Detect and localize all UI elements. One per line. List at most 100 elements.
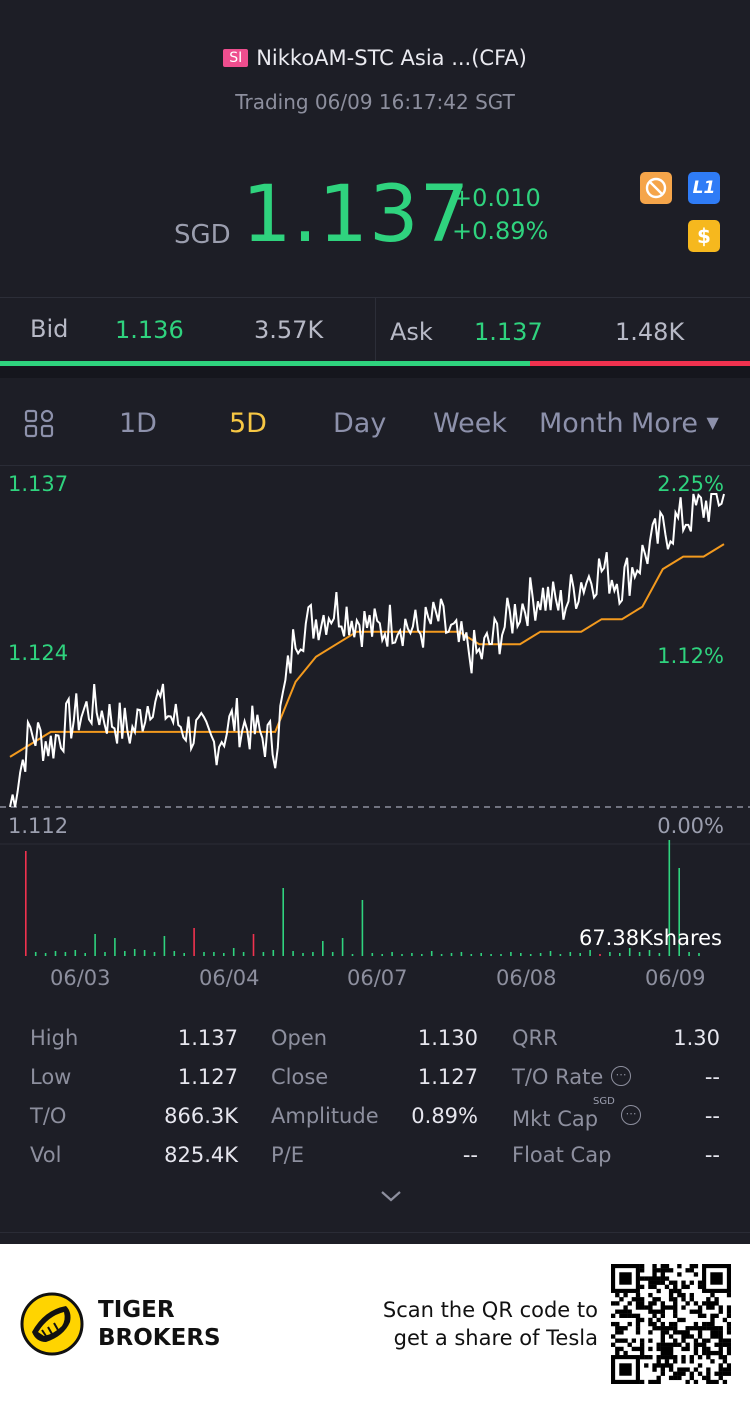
volume-bar (322, 941, 324, 956)
qr-module (631, 1338, 637, 1343)
tab-5d[interactable]: 5D (229, 408, 267, 439)
qr-caption-line1: Scan the QR code to (382, 1298, 598, 1322)
qr-caption-line2: get a share of Tesla (393, 1326, 598, 1350)
qr-module (615, 1330, 620, 1335)
chevron-down-icon: ▼ (706, 413, 719, 432)
qr-module (652, 1276, 657, 1281)
qr-module (611, 1313, 616, 1318)
qr-module (718, 1371, 723, 1376)
qr-module (648, 1317, 653, 1323)
volume-bar (54, 951, 57, 956)
qr-module (664, 1359, 670, 1364)
qr-module (652, 1280, 657, 1285)
qr-module (685, 1379, 690, 1384)
qr-module (619, 1338, 624, 1343)
qr-module (652, 1309, 657, 1314)
dollar-icon[interactable]: $ (688, 220, 720, 252)
qr-code[interactable] (611, 1264, 731, 1384)
bid-size: 3.57K (254, 316, 324, 344)
qr-module (615, 1301, 620, 1306)
qr-module (668, 1321, 674, 1327)
qr-module (685, 1330, 690, 1335)
qr-module (635, 1326, 641, 1331)
qr-module (660, 1342, 665, 1347)
qr-module (706, 1338, 711, 1343)
qr-module (652, 1264, 657, 1269)
stat-label: Open (271, 1026, 328, 1050)
volume-bar (351, 954, 354, 956)
intraday-chart[interactable] (0, 466, 750, 966)
qr-module (710, 1334, 715, 1339)
volume-bar (64, 952, 67, 956)
qr-module (681, 1355, 686, 1360)
qr-module (706, 1355, 711, 1360)
qr-module (652, 1379, 657, 1384)
qr-module (702, 1375, 707, 1381)
qr-module (689, 1359, 694, 1364)
volume-bar (232, 948, 235, 956)
qr-module (619, 1330, 624, 1335)
no-short-icon[interactable] (640, 172, 672, 204)
date-label-0609: 06/09 (645, 966, 706, 990)
qr-module (648, 1346, 653, 1352)
qr-module (722, 1338, 728, 1343)
qr-module (660, 1338, 665, 1343)
expand-chevron-icon[interactable] (378, 1186, 404, 1206)
qr-module (706, 1346, 711, 1352)
qr-module (722, 1367, 728, 1372)
qr-module (681, 1359, 686, 1364)
qr-module (619, 1363, 632, 1376)
qr-module (681, 1330, 686, 1335)
qr-module (718, 1305, 723, 1310)
volume-bar (25, 851, 27, 956)
volume-bar (84, 953, 86, 956)
qr-module (689, 1371, 694, 1376)
qr-module (635, 1313, 641, 1318)
tab-1d[interactable]: 1D (119, 408, 157, 439)
layout-grid-icon[interactable] (24, 408, 56, 440)
volume-bar (599, 954, 601, 956)
no-short-icon-glyph (645, 177, 667, 199)
price-change: +0.010 (452, 184, 541, 212)
volume-bar (262, 952, 265, 956)
qr-module (615, 1346, 620, 1352)
qr-module (681, 1280, 686, 1285)
tab-month[interactable]: Month (539, 408, 627, 439)
qr-module (656, 1276, 661, 1281)
pct-axis-bottom: 0.00% (657, 814, 724, 838)
tab-week[interactable]: Week (433, 408, 507, 439)
qr-module (722, 1379, 728, 1384)
qr-module (726, 1346, 731, 1352)
volume-bar (44, 953, 47, 956)
qr-module (681, 1338, 686, 1343)
level1-icon[interactable]: L1 (688, 172, 720, 204)
qr-module (693, 1321, 699, 1327)
stat-label: P/E (271, 1143, 305, 1167)
qr-module (710, 1305, 715, 1310)
tab-day[interactable]: Day (333, 408, 386, 439)
tab-more-label: More (631, 408, 698, 439)
qr-module (639, 1276, 645, 1281)
stat-value: 1.130 (417, 1026, 478, 1050)
qr-module (681, 1297, 686, 1302)
qr-module (693, 1350, 699, 1356)
qr-module (673, 1375, 678, 1381)
qr-module (685, 1334, 690, 1339)
qr-module (706, 1321, 711, 1327)
tab-more[interactable]: More ▼ (631, 408, 719, 439)
qr-module (656, 1359, 661, 1364)
qr-module (639, 1355, 645, 1360)
qr-module (656, 1288, 661, 1294)
qr-module (697, 1371, 703, 1376)
qr-module (623, 1292, 628, 1298)
volume-bar (440, 954, 443, 956)
qr-module (689, 1309, 694, 1314)
qr-module (726, 1326, 731, 1331)
qr-module (660, 1268, 665, 1273)
qr-module (706, 1305, 711, 1310)
qr-module (660, 1321, 665, 1327)
volume-bar (341, 938, 344, 956)
volume-bar (104, 952, 106, 956)
volume-bar (500, 954, 502, 956)
qr-module (685, 1326, 690, 1331)
